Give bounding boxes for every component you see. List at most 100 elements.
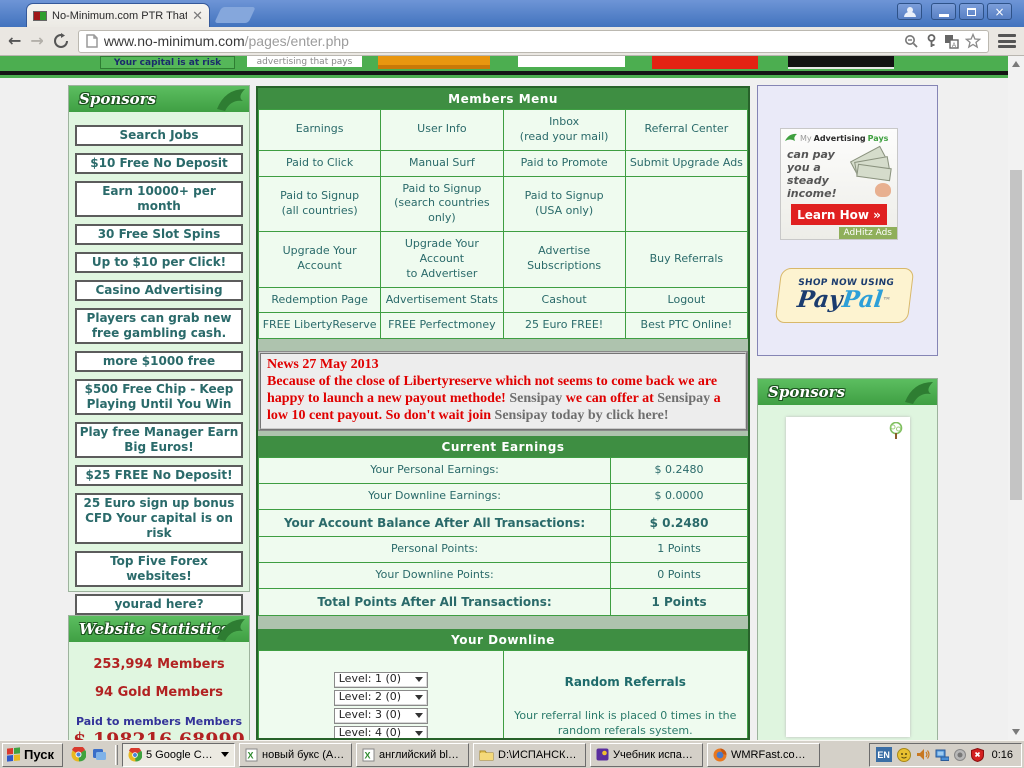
adhitz-label[interactable]: AdHitz Ads — [838, 227, 897, 239]
close-button[interactable]: × — [987, 3, 1012, 20]
paid-to-members-label: Paid to members Members — [75, 715, 242, 728]
taskbar-task-firefox[interactable]: WMRFast.com - ... — [707, 742, 820, 767]
clock[interactable]: 0:16 — [992, 749, 1013, 761]
sponsor-link[interactable]: 30 Free Slot Spins — [75, 224, 243, 245]
bookmark-star-icon[interactable] — [965, 33, 981, 49]
banner-capital-risk[interactable]: Your capital is at risk — [100, 56, 235, 69]
menu-item-inbox[interactable]: Inbox (read your mail) — [502, 109, 626, 151]
url-text[interactable]: www.no-minimum.com/pages/enter.php — [104, 33, 898, 49]
table-row: Personal Points: 1 Points — [258, 536, 748, 563]
paypal-ad[interactable]: SHOP NOW USING PayPal™ — [774, 268, 915, 323]
myadvertisingpays-ad[interactable]: My Advertising Pays can pay you a steady i… — [780, 128, 898, 240]
browser-tab[interactable]: No-Minimum.com PTR That P ✕ — [26, 3, 210, 27]
menu-item-advertisement-stats[interactable]: Advertisement Stats — [380, 286, 504, 314]
menu-item-free-libertyreserve[interactable]: FREE LibertyReserve — [258, 312, 382, 340]
volume-icon[interactable] — [916, 748, 930, 761]
menu-item-free-perfectmoney[interactable]: FREE Perfectmoney — [380, 312, 504, 340]
menu-item-upgrade-account[interactable]: Upgrade Your Account — [258, 231, 382, 288]
banner-advertising-pays[interactable]: advertising that pays — [247, 56, 362, 67]
taskbar-task-excel-2[interactable]: X английский blac... — [356, 742, 469, 767]
messenger-icon[interactable] — [896, 747, 911, 762]
menu-item-submit-upgrade-ads[interactable]: Submit Upgrade Ads — [624, 149, 748, 177]
key-icon[interactable] — [925, 33, 938, 49]
chrome-menu-icon[interactable] — [998, 34, 1016, 48]
new-tab-button[interactable] — [214, 7, 256, 23]
sponsor-ad-area[interactable] — [785, 417, 910, 737]
menu-item-user-info[interactable]: User Info — [380, 109, 504, 151]
minimize-button[interactable] — [931, 3, 956, 20]
menu-item-25-euro-free[interactable]: 25 Euro FREE! — [502, 312, 626, 340]
sponsor-link[interactable]: Players can grab new free gambling cash. — [75, 308, 243, 344]
sponsors-left-title: Sponsors — [79, 90, 157, 108]
taskbar-task-djvu[interactable]: Учебник испанс... — [590, 742, 703, 767]
tab-close-icon[interactable]: ✕ — [192, 9, 203, 22]
news-click-here[interactable]: Sensipay today by click here! — [495, 408, 669, 423]
level-2-select[interactable]: Level: 2 (0) — [333, 689, 428, 706]
menu-item-cashout[interactable]: Cashout — [502, 286, 626, 314]
profile-button[interactable] — [897, 3, 922, 20]
taskbar-task-folder[interactable]: D:\ИСПАНСКИЙ... — [473, 742, 586, 767]
forward-icon[interactable]: → — [30, 33, 43, 49]
start-button[interactable]: Пуск — [2, 742, 63, 767]
menu-item-signup-all[interactable]: Paid to Signup (all countries) — [258, 175, 382, 233]
language-indicator[interactable]: EN — [875, 747, 892, 762]
level-3-select[interactable]: Level: 3 (0) — [333, 707, 428, 724]
page-scrollbar[interactable] — [1008, 56, 1024, 740]
sponsor-link[interactable]: Top Five Forex websites! — [75, 551, 243, 587]
level-4-select[interactable]: Level: 4 (0) — [333, 725, 428, 738]
earnings-value: 1 Points — [610, 587, 748, 617]
translate-icon[interactable]: A — [944, 34, 959, 49]
menu-item-paid-to-click[interactable]: Paid to Click — [258, 149, 382, 177]
quicklaunch-desktop-icon[interactable] — [92, 747, 107, 762]
sponsors-right-title: Sponsors — [768, 383, 846, 401]
reload-icon[interactable] — [53, 33, 69, 49]
sponsor-link[interactable]: Earn 10000+ per month — [75, 181, 243, 217]
level-1-select[interactable]: Level: 1 (0) — [333, 671, 428, 688]
sponsor-link[interactable]: Play free Manager Earn Big Euros! — [75, 422, 243, 458]
earnings-value: $ 0.2480 — [610, 508, 748, 538]
scroll-up-icon[interactable] — [1008, 56, 1024, 72]
learn-how-button[interactable]: Learn How » — [791, 204, 887, 225]
menu-item-upgrade-advertiser[interactable]: Upgrade Your Account to Advertiser — [380, 231, 504, 288]
menu-item-referral-center[interactable]: Referral Center — [624, 109, 748, 151]
banner-black[interactable] — [788, 56, 894, 69]
zoom-icon[interactable] — [904, 34, 919, 49]
sponsor-link[interactable]: Casino Advertising — [75, 280, 243, 301]
divider — [0, 75, 1008, 78]
menu-item-signup-search[interactable]: Paid to Signup (search countries only) — [380, 175, 504, 233]
sponsor-link[interactable]: $500 Free Chip - Keep Playing Until You … — [75, 379, 243, 415]
quicklaunch-chrome-icon[interactable] — [71, 747, 86, 762]
menu-item-advertise-subscriptions[interactable]: Advertise Subscriptions — [502, 231, 626, 288]
menu-item-paid-to-promote[interactable]: Paid to Promote — [502, 149, 626, 177]
menu-item-logout[interactable]: Logout — [624, 286, 748, 314]
banner-orange[interactable] — [378, 56, 490, 69]
security-alert-icon[interactable] — [970, 747, 984, 762]
system-tray: EN 0:16 — [868, 742, 1022, 767]
sponsor-link[interactable]: 25 Euro sign up bonus CFD Your capital i… — [75, 493, 243, 544]
address-bar[interactable]: www.no-minimum.com/pages/enter.php A — [77, 29, 989, 53]
sponsor-link[interactable]: $25 FREE No Deposit! — [75, 465, 243, 486]
taskbar-task-chrome[interactable]: 5 Google Chr... — [122, 742, 235, 767]
table-row: Total Points After All Transactions: 1 P… — [258, 587, 748, 617]
menu-item-manual-surf[interactable]: Manual Surf — [380, 149, 504, 177]
restore-button[interactable] — [959, 3, 984, 20]
network-icon[interactable] — [935, 749, 949, 761]
taskbar-task-excel-1[interactable]: X новый букс (Ав... — [239, 742, 352, 767]
banner-red[interactable] — [652, 56, 758, 69]
scroll-down-icon[interactable] — [1008, 724, 1024, 740]
sponsor-link[interactable]: Search Jobs — [75, 125, 243, 146]
banner-white[interactable] — [518, 56, 625, 67]
menu-item-buy-referrals[interactable]: Buy Referrals — [624, 231, 748, 288]
sponsor-link[interactable]: yourad here? — [75, 594, 243, 615]
muted-speaker-icon[interactable] — [953, 748, 966, 761]
windows-logo-icon — [7, 747, 20, 762]
sponsor-link[interactable]: Up to $10 per Click! — [75, 252, 243, 273]
menu-item-redemption-page[interactable]: Redemption Page — [258, 286, 382, 314]
menu-item-best-ptc-online[interactable]: Best PTC Online! — [624, 312, 748, 340]
sponsor-link[interactable]: more $1000 free — [75, 351, 243, 372]
back-icon[interactable]: ← — [8, 33, 21, 49]
menu-item-signup-usa[interactable]: Paid to Signup (USA only) — [502, 175, 626, 233]
scrollbar-thumb[interactable] — [1010, 170, 1022, 500]
sponsor-link[interactable]: $10 Free No Deposit — [75, 153, 243, 174]
menu-item-earnings[interactable]: Earnings — [258, 109, 382, 151]
